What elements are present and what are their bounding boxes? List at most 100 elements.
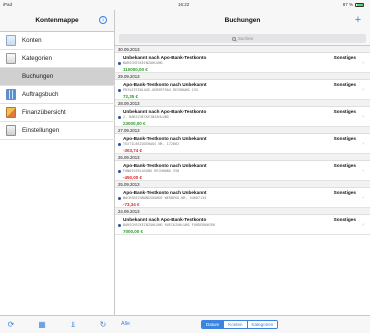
chevron-right-icon: ›	[362, 195, 364, 201]
categories-icon	[6, 53, 16, 64]
sidebar-item-finanzuebersicht[interactable]: Finanzübersicht	[0, 104, 115, 122]
chevron-right-icon: ›	[362, 168, 364, 174]
transaction-amount: 110000,00 €	[123, 67, 148, 72]
sidebar-item-label: Finanzübersicht	[22, 109, 66, 116]
table-row[interactable]: Apo-Bank-Testkonto nach Unbekannt Sonsti…	[115, 188, 370, 208]
account-dot-icon	[118, 169, 122, 173]
date-header: 25.09.2013	[115, 181, 370, 188]
sidebar-item-label: Einstellungen	[22, 127, 60, 134]
transaction-detail: BARSCHECKEINZAHLUNG RUECKZAHLUNG FORDERU…	[123, 223, 215, 228]
transaction-category: Sonstiges	[333, 135, 356, 141]
transaction-title: Unbekannt nach Apo-Bank-Testkonto	[123, 54, 207, 60]
transaction-category: Sonstiges	[333, 81, 356, 87]
transaction-amount: 23000,00 €	[123, 121, 146, 126]
account-dot-icon	[118, 115, 122, 119]
transaction-title: Apo-Bank-Testkonto nach Unbekannt	[123, 81, 207, 87]
finance-overview-icon	[6, 107, 16, 118]
sync-icon[interactable]: ⟳	[6, 320, 16, 330]
table-row[interactable]: Apo-Bank-Testkonto nach Unbekannt Sonsti…	[115, 161, 370, 181]
settings-icon	[6, 125, 16, 136]
refresh-icon[interactable]: ↻	[98, 320, 108, 330]
transaction-amount: 7000,00 €	[123, 229, 144, 234]
transaction-detail: 2. BARSCHECKEINZAHLUNG	[123, 115, 169, 120]
sidebar-item-label: Konten	[22, 37, 42, 44]
main-header: Buchungen +	[115, 10, 370, 32]
filter-icon[interactable]: ⫫	[68, 320, 78, 330]
grid-icon[interactable]: ▦	[37, 320, 47, 330]
search-input[interactable]: Suchen	[119, 34, 366, 43]
date-header: 30.09.2013	[115, 46, 370, 53]
main-toolbar: Alle Datum Konten Kategorien	[115, 315, 370, 333]
sidebar-item-auftragsbuch[interactable]: Auftragsbuch	[0, 86, 115, 104]
transaction-amount: -450,00 €	[123, 175, 143, 180]
device-label: iPad	[3, 2, 13, 7]
account-dot-icon	[118, 61, 122, 65]
transaction-category: Sonstiges	[333, 189, 356, 195]
date-header: 27.09.2013	[115, 127, 370, 134]
sidebar-item-konten[interactable]: Konten	[0, 32, 115, 50]
search-bar: Suchen	[115, 32, 370, 46]
sidebar-item-label: Buchungen	[22, 73, 54, 80]
chevron-right-icon: ›	[362, 87, 364, 93]
transaction-category: Sonstiges	[333, 54, 356, 60]
transaction-title: Unbekannt nach Apo-Bank-Testkonto	[123, 108, 207, 114]
sidebar: Kontenmappe i Konten Kategorien Buchunge…	[0, 10, 115, 333]
info-icon[interactable]: i	[99, 16, 107, 24]
segment-konten[interactable]: Konten	[223, 321, 247, 328]
battery-percent: 87 %	[342, 2, 353, 7]
date-header: 29.09.2013	[115, 73, 370, 80]
account-dot-icon	[118, 223, 122, 227]
main-panel: Buchungen + Suchen 30.09.2013 Unbekannt …	[115, 10, 370, 333]
table-row[interactable]: Apo-Bank-Testkonto nach Unbekannt Sonsti…	[115, 80, 370, 100]
sort-segmented-control: Datum Konten Kategorien	[201, 320, 279, 329]
transaction-title: Unbekannt nach Apo-Bank-Testkonto	[123, 216, 207, 222]
transaction-title: Apo-Bank-Testkonto nach Unbekannt	[123, 135, 207, 141]
sidebar-list: Konten Kategorien Buchungen Auftragsbuch…	[0, 32, 115, 140]
orderbook-icon	[6, 89, 16, 100]
transaction-category: Sonstiges	[333, 216, 356, 222]
transaction-title: Apo-Bank-Testkonto nach Unbekannt	[123, 162, 207, 168]
transaction-detail: WACHSRECHNUNGSKUNDE WERBEKO-NR. 54667134	[123, 196, 207, 201]
sidebar-title: Kontenmappe	[35, 17, 79, 24]
sidebar-item-buchungen[interactable]: Buchungen	[0, 68, 115, 86]
segment-kategorien[interactable]: Kategorien	[246, 321, 278, 328]
transaction-amount: -303,74 €	[123, 148, 143, 153]
table-row[interactable]: Unbekannt nach Apo-Bank-Testkonto Sonsti…	[115, 53, 370, 73]
transaction-category: Sonstiges	[333, 108, 356, 114]
folder-icon	[6, 35, 16, 46]
sidebar-item-einstellungen[interactable]: Einstellungen	[0, 122, 115, 140]
search-placeholder: Suchen	[237, 36, 254, 41]
search-icon	[231, 36, 236, 41]
table-row[interactable]: Unbekannt nach Apo-Bank-Testkonto Sonsti…	[115, 215, 370, 235]
transaction-title: Apo-Bank-Testkonto nach Unbekannt	[123, 189, 207, 195]
sidebar-item-kategorien[interactable]: Kategorien	[0, 50, 115, 68]
chevron-right-icon: ›	[362, 141, 364, 147]
battery-indicator: 87 %	[343, 2, 364, 7]
chevron-right-icon: ›	[362, 222, 364, 228]
transaction-detail: BARSCHECKEINZAHLUNG	[123, 61, 163, 66]
chevron-right-icon: ›	[362, 60, 364, 66]
date-header: 24.09.2013	[115, 208, 370, 215]
transaction-amount: -73,34 €	[123, 202, 140, 207]
table-row[interactable]: Apo-Bank-Testkonto nach Unbekannt Sonsti…	[115, 134, 370, 154]
transaction-detail: FONDSVERLOSUNG RECHNUNG 558	[123, 169, 180, 174]
date-header: 28.09.2013	[115, 100, 370, 107]
transaction-category: Sonstiges	[333, 162, 356, 168]
account-dot-icon	[118, 142, 122, 146]
transaction-list: 30.09.2013 Unbekannt nach Apo-Bank-Testk…	[115, 46, 370, 235]
account-dot-icon	[118, 196, 122, 200]
sidebar-header: Kontenmappe i	[0, 10, 114, 32]
table-row[interactable]: Unbekannt nach Apo-Bank-Testkonto Sonsti…	[115, 107, 370, 127]
sidebar-item-label: Kategorien	[22, 55, 52, 62]
battery-icon	[355, 2, 364, 7]
transaction-amount: 72,35 €	[123, 94, 139, 99]
all-button[interactable]: Alle	[121, 321, 130, 327]
status-bar: iPad 16:22 87 %	[0, 0, 370, 10]
add-button[interactable]: +	[352, 14, 364, 26]
segment-datum[interactable]: Datum	[202, 321, 224, 328]
date-header: 26.09.2013	[115, 154, 370, 161]
clock: 16:22	[178, 2, 190, 7]
transaction-detail: PRIVATEINLAGE-UEBERTRAG RECHNUNG 155	[123, 88, 199, 93]
page-title: Buchungen	[224, 17, 261, 24]
chevron-right-icon: ›	[362, 114, 364, 120]
